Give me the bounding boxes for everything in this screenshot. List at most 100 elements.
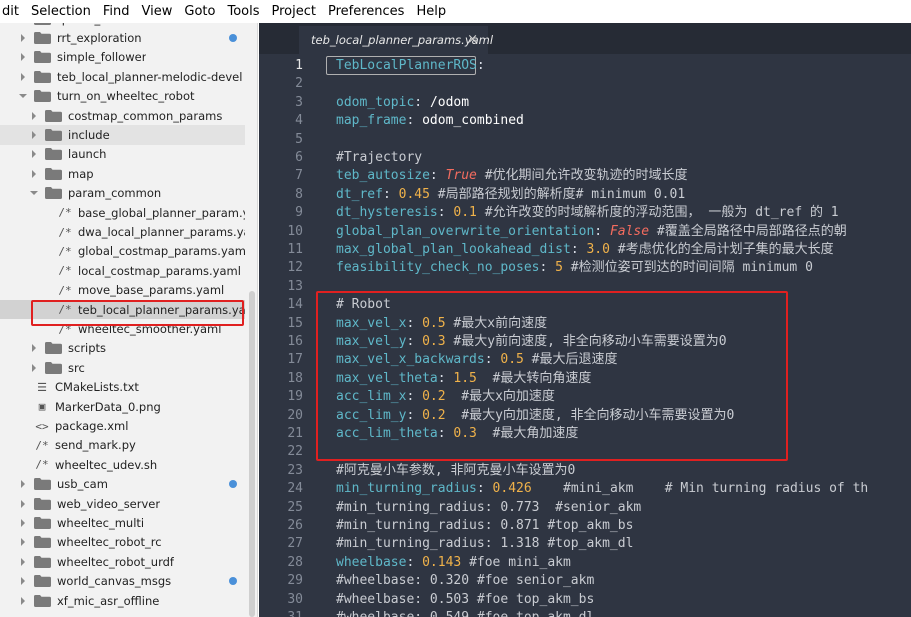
code-token-plain: : — [539, 260, 556, 276]
code-token-num: 0.45 — [398, 186, 430, 202]
folder-icon — [34, 594, 51, 607]
code-line[interactable]: odom_topic: /odom — [336, 94, 469, 112]
menu-preferences[interactable]: Preferences — [322, 0, 410, 23]
menu-tools[interactable]: Tools — [221, 0, 265, 23]
code-line[interactable]: dt_hysteresis: 0.1 #允许改变的时域解析度的浮动范围， 一般为… — [336, 204, 839, 222]
chevron-right-icon[interactable] — [29, 169, 39, 179]
folder-include[interactable]: include — [0, 125, 245, 145]
code-line[interactable]: #min_turning_radius: 0.871 #top_akm_bs — [336, 517, 633, 535]
close-icon[interactable]: × — [467, 32, 478, 47]
chevron-right-icon[interactable] — [18, 576, 28, 586]
menu-goto[interactable]: Goto — [178, 0, 221, 23]
folder-rrt-exploration[interactable]: rrt_exploration — [0, 28, 245, 47]
menu-view[interactable]: View — [136, 0, 179, 23]
file-send-mark-py[interactable]: /* send_mark.py — [0, 436, 245, 455]
code-line[interactable]: min_turning_radius: 0.426 #mini_akm # Mi… — [336, 480, 868, 498]
file-local-costmap-params-yaml[interactable]: /* local_costmap_params.yaml — [0, 261, 245, 280]
folder-teb-local-planner-melodic-devel[interactable]: teb_local_planner-melodic-devel — [0, 67, 245, 86]
folder-src[interactable]: src — [0, 358, 245, 377]
chevron-right-icon[interactable] — [18, 72, 28, 82]
file-dwa-local-planner-params-yaml[interactable]: /* dwa_local_planner_params.yaml — [0, 222, 245, 241]
code-token-num: 5 — [555, 260, 563, 276]
menu-find[interactable]: Find — [97, 0, 136, 23]
file-wheeltec-udev-sh[interactable]: /* wheeltec_udev.sh — [0, 455, 245, 474]
code-line[interactable]: TebLocalPlannerROS: — [336, 57, 485, 75]
file-icon: ▣ — [38, 400, 46, 414]
code-line[interactable]: #阿克曼小车参数, 非阿克曼小车设置为0 — [336, 462, 575, 480]
chevron-right-icon[interactable] — [29, 149, 39, 159]
folder-wheeltec-robot-rc[interactable]: wheeltec_robot_rc — [0, 533, 245, 552]
code-line[interactable]: #min_turning_radius: 0.773 #senior_akm — [336, 499, 641, 517]
folder-launch[interactable]: launch — [0, 145, 245, 164]
code-line[interactable]: teb_autosize: True #优化期间允许改变轨迹的时域长度 — [336, 167, 688, 185]
folder-xf-mic-asr-offline[interactable]: xf_mic_asr_offline — [0, 591, 245, 610]
folder-wheeltec-robot-urdf[interactable]: wheeltec_robot_urdf — [0, 552, 245, 571]
code-line[interactable]: #min_turning_radius: 1.318 #top_akm_dl — [336, 535, 633, 553]
file-move-base-params-yaml[interactable]: /* move_base_params.yaml — [0, 281, 245, 300]
tree-item-label: wheeltec_robot_urdf — [57, 554, 174, 569]
file-global-costmap-params-yaml[interactable]: /* global_costmap_params.yaml — [0, 242, 245, 261]
code-editor[interactable]: teb_local_planner_params.yaml × 12345678… — [259, 23, 911, 617]
code-token-comment: #min_turning_radius: 1.318 #top_akm_dl — [336, 536, 634, 552]
code-line[interactable]: wheelbase: 0.143 #foe mini_akm — [336, 554, 571, 572]
chevron-right-icon[interactable] — [29, 343, 39, 353]
chevron-right-icon[interactable] — [18, 52, 28, 62]
code-token-comment: #mini_akm # Min turning radius of th — [531, 481, 869, 497]
tree-item-label: rplidar_ros — [57, 23, 118, 26]
chevron-right-icon[interactable] — [29, 130, 39, 140]
chevron-right-icon[interactable] — [18, 596, 28, 606]
menu-selection[interactable]: Selection — [25, 0, 97, 23]
file-base-global-planner-param-yaml[interactable]: /* base_global_planner_param.yaml — [0, 203, 245, 222]
chevron-right-icon[interactable] — [18, 537, 28, 547]
code-line[interactable]: map_frame: odom_combined — [336, 112, 524, 130]
modified-dot-icon — [229, 577, 237, 586]
folder-wheeltec-multi[interactable]: wheeltec_multi — [0, 513, 245, 532]
code-line[interactable]: global_plan_overwrite_orientation: False… — [336, 223, 847, 241]
code-token-key: map_frame — [336, 113, 407, 129]
folder-param-common[interactable]: param_common — [0, 184, 245, 203]
tab-teb-local-planner-params[interactable]: teb_local_planner_params.yaml × — [299, 26, 493, 54]
code-line[interactable]: #wheelbase: 0.503 #foe top_akm_bs — [336, 591, 594, 609]
code-line[interactable]: feasibility_check_no_poses: 5 #检测位姿可到达的时… — [336, 259, 813, 277]
code-line[interactable]: #Trajectory — [336, 149, 422, 167]
folder-web-video-server[interactable]: web_video_server — [0, 494, 245, 513]
folder-costmap-common-params[interactable]: costmap_common_params — [0, 106, 245, 125]
menu-help[interactable]: Help — [410, 0, 452, 23]
tree-item-label: send_mark.py — [55, 438, 136, 453]
chevron-right-icon[interactable] — [18, 557, 28, 567]
code-line[interactable]: max_global_plan_lookahead_dist: 3.0 #考虑优… — [336, 241, 834, 259]
folder-usb-cam[interactable]: usb_cam — [0, 475, 245, 494]
code-line[interactable]: #wheelbase: 0.549 #foe top_akm_dl — [336, 609, 594, 617]
modified-dot-icon — [229, 480, 237, 489]
chevron-down-icon[interactable] — [18, 91, 28, 101]
chevron-right-icon[interactable] — [29, 111, 39, 121]
file-markerdata-0-png[interactable]: ▣ MarkerData_0.png — [0, 397, 245, 416]
tree-item-label: web_video_server — [57, 496, 161, 511]
chevron-right-icon[interactable] — [18, 499, 28, 509]
file-package-xml[interactable]: <> package.xml — [0, 416, 245, 435]
tree-item-label: map — [68, 166, 94, 181]
code-line[interactable]: dt_ref: 0.45 #局部路径规划的解析度# minimum 0.01 — [336, 186, 685, 204]
tree-item-label: CMakeLists.txt — [55, 380, 139, 395]
tree-item-label: xf_mic_asr_offline — [57, 593, 160, 608]
folder-scripts[interactable]: scripts — [0, 339, 245, 358]
menu-project[interactable]: Project — [266, 0, 322, 23]
chevron-right-icon[interactable] — [18, 33, 28, 43]
menu-dit[interactable]: dit — [0, 0, 25, 23]
sidebar-scrollbar[interactable] — [249, 291, 255, 617]
folder-map[interactable]: map — [0, 164, 245, 183]
code-token-key: odom_topic — [336, 94, 415, 110]
folder-turn-on-wheeltec-robot[interactable]: turn_on_wheeltec_robot — [0, 87, 245, 106]
chevron-right-icon[interactable] — [18, 23, 28, 24]
code-token-str: /odom — [429, 94, 470, 110]
chevron-right-icon[interactable] — [29, 363, 39, 373]
chevron-right-icon[interactable] — [18, 518, 28, 528]
code-line[interactable]: #wheelbase: 0.320 #foe senior_akm — [336, 572, 594, 590]
file-cmakelists-txt[interactable]: ☰ CMakeLists.txt — [0, 378, 245, 397]
chevron-right-icon[interactable] — [18, 479, 28, 489]
tree-item-label: package.xml — [55, 419, 129, 434]
tree-item-label: scripts — [68, 341, 107, 356]
chevron-down-icon[interactable] — [29, 188, 39, 198]
folder-world-canvas-msgs[interactable]: world_canvas_msgs — [0, 572, 245, 591]
folder-simple-follower[interactable]: simple_follower — [0, 48, 245, 67]
